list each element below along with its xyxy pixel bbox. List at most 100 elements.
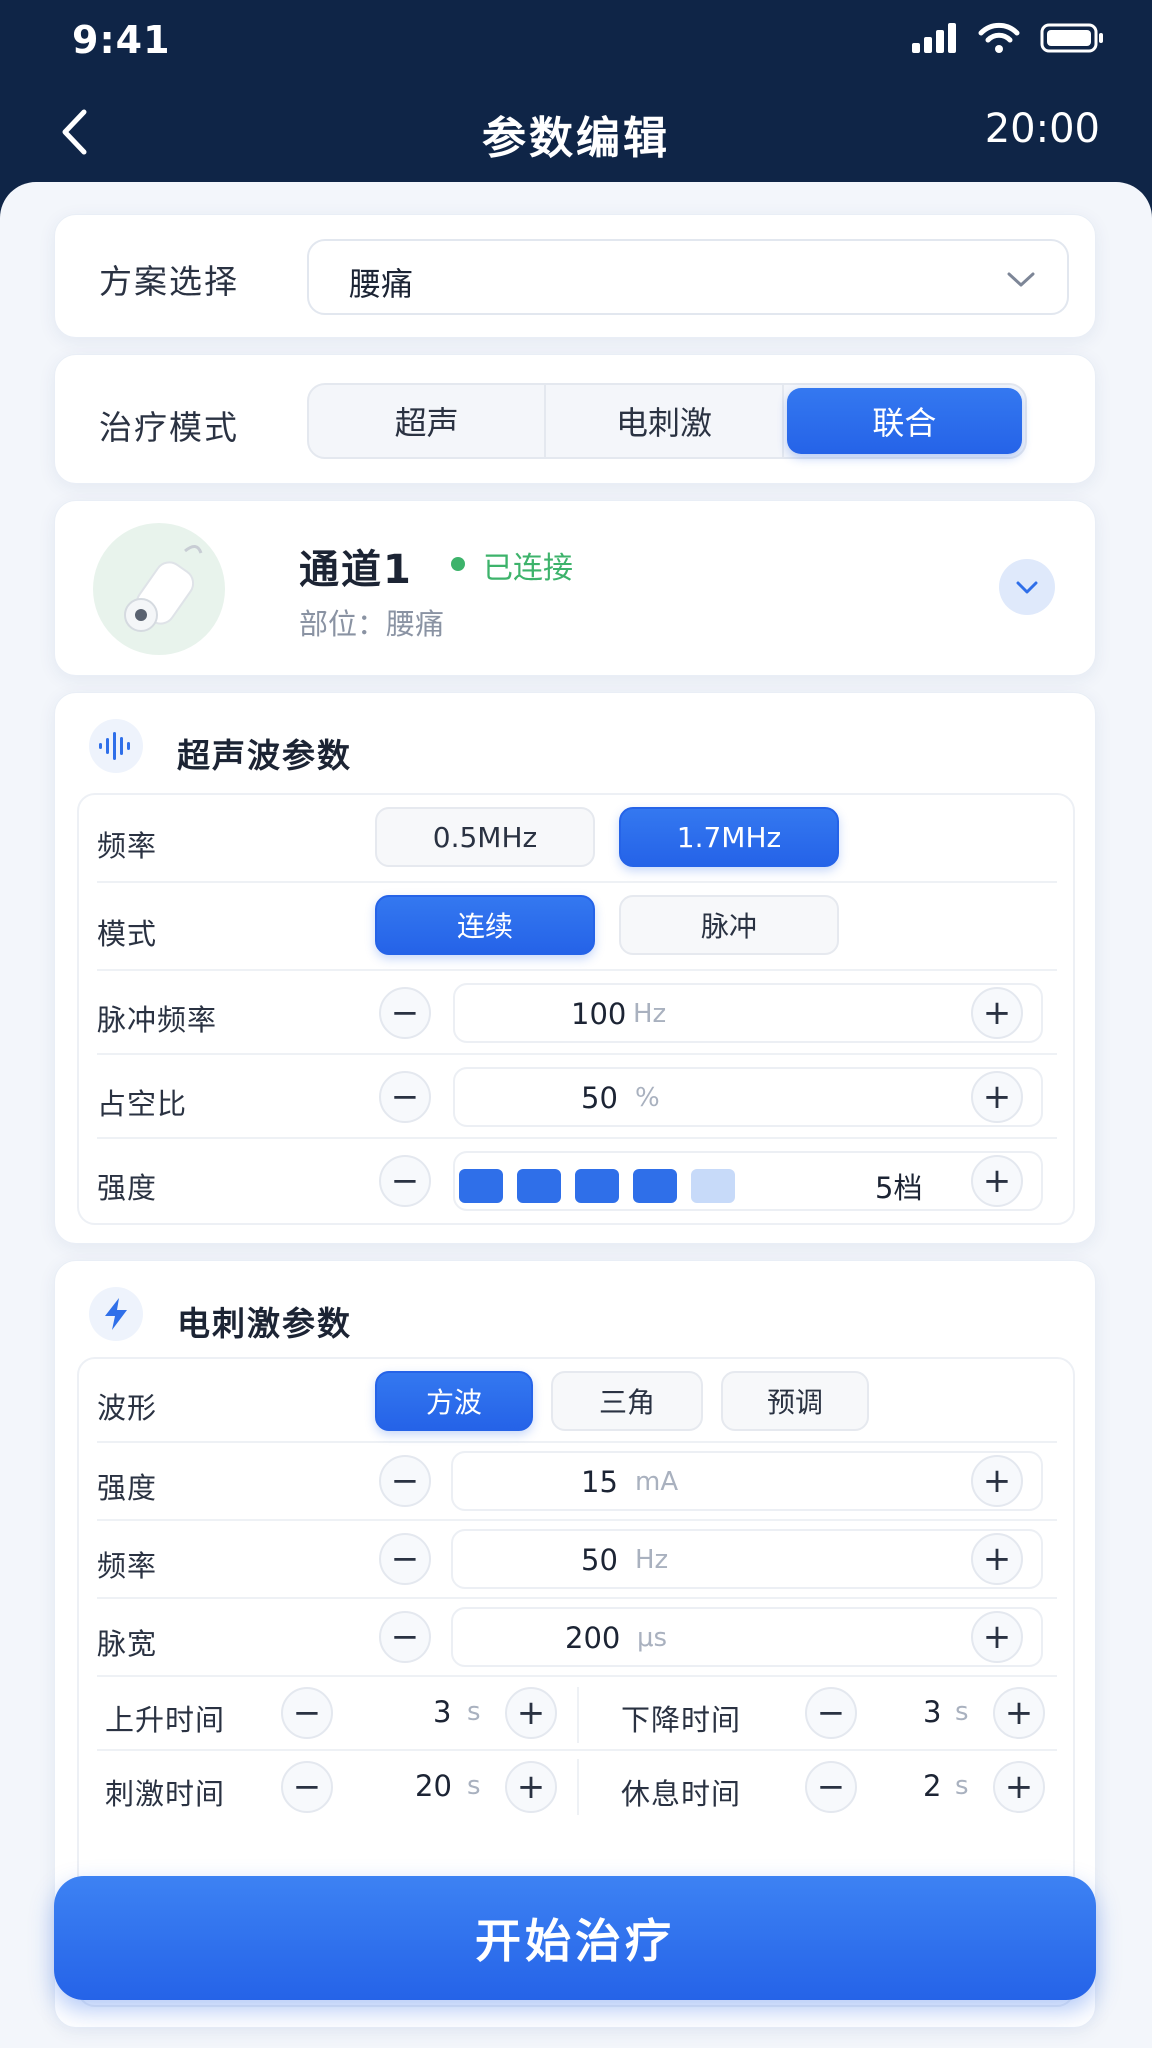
us-intensity-level-block[interactable] — [459, 1169, 503, 1203]
session-timer: 20:00 — [984, 106, 1100, 152]
es-fall-time-decrement-button[interactable]: − — [805, 1687, 857, 1739]
us-intensity-level-text: 5档 — [875, 1171, 923, 1205]
es-pulse-width-increment-button[interactable]: + — [971, 1611, 1023, 1663]
us-intensity-level-block[interactable] — [575, 1169, 619, 1203]
es-pulse-width-decrement-button[interactable]: − — [379, 1611, 431, 1663]
us-frequency-option-1-7mhz[interactable]: 1.7MHz — [619, 807, 839, 867]
scheme-select-value: 腰痛 — [349, 265, 414, 303]
us-pulse-freq-field[interactable]: 100 Hz — [453, 983, 1043, 1043]
probe-icon — [124, 545, 203, 632]
us-mode-label: 模式 — [97, 917, 158, 951]
us-duty-value: 50 — [581, 1081, 618, 1115]
us-duty-decrement-button[interactable]: − — [379, 1071, 431, 1123]
es-fall-time-unit: s — [955, 1697, 969, 1727]
us-pulse-freq-decrement-button[interactable]: − — [379, 987, 431, 1039]
us-intensity-level-block[interactable] — [517, 1169, 561, 1203]
mode-card: 治疗模式 超声 电刺激 联合 — [54, 354, 1096, 484]
nav-bar: 参数编辑 20:00 — [0, 90, 1152, 170]
es-rest-time-increment-button[interactable]: + — [993, 1761, 1045, 1813]
us-mode-option-pulse[interactable]: 脉冲 — [619, 895, 839, 955]
es-intensity-value: 15 — [581, 1465, 618, 1499]
es-rest-time-value: 2 — [923, 1769, 942, 1803]
es-waveform-label: 波形 — [97, 1391, 158, 1425]
es-intensity-decrement-button[interactable]: − — [379, 1455, 431, 1507]
es-frequency-increment-button[interactable]: + — [971, 1533, 1023, 1585]
channel-card[interactable]: 通道1 已连接 部位：腰痛 — [54, 500, 1096, 676]
chevron-down-icon — [1007, 272, 1035, 287]
start-treatment-button[interactable]: 开始治疗 — [54, 1876, 1096, 2000]
connection-status: 已连接 — [483, 551, 573, 586]
us-intensity-decrement-button[interactable]: − — [379, 1155, 431, 1207]
column-divider — [577, 1687, 579, 1743]
us-mode-option-continuous[interactable]: 连续 — [375, 895, 595, 955]
us-intensity-level-block[interactable] — [633, 1169, 677, 1203]
es-frequency-label: 频率 — [97, 1549, 158, 1583]
es-stim-time-unit: s — [467, 1771, 481, 1801]
us-pulse-freq-increment-button[interactable]: + — [971, 987, 1023, 1039]
lightning-icon — [89, 1287, 143, 1341]
connected-indicator — [451, 557, 465, 571]
es-pulse-width-field[interactable]: 200 μs — [451, 1607, 1043, 1667]
us-frequency-label: 频率 — [97, 829, 158, 863]
es-rise-fall-row: 上升时间 − 3 s + 下降时间 − 3 s + — [97, 1677, 1057, 1751]
es-rise-time-decrement-button[interactable]: − — [281, 1687, 333, 1739]
us-duty-increment-button[interactable]: + — [971, 1071, 1023, 1123]
us-duty-row: 占空比 − 50 % + — [97, 1055, 1057, 1139]
es-frequency-unit: Hz — [635, 1545, 669, 1575]
es-stim-time-value: 20 — [415, 1769, 452, 1803]
es-frequency-row: 频率 − 50 Hz + — [97, 1521, 1057, 1599]
es-stim-time-increment-button[interactable]: + — [505, 1761, 557, 1813]
ultrasound-params-card: 超声波参数 频率 0.5MHz 1.7MHz 模式 连续 脉冲 脉冲 频率 − 1… — [54, 692, 1096, 1244]
signal-icon — [912, 23, 956, 53]
us-intensity-increment-button[interactable]: + — [971, 1155, 1023, 1207]
us-frequency-option-0-5mhz[interactable]: 0.5MHz — [375, 807, 595, 867]
es-fall-time-value: 3 — [923, 1695, 942, 1729]
us-intensity-label: 强度 — [97, 1171, 158, 1205]
us-intensity-level-bar[interactable]: 5档 — [453, 1151, 1043, 1211]
scheme-select[interactable]: 腰痛 — [307, 239, 1069, 315]
chevron-down-icon — [1016, 581, 1038, 594]
status-bar: 9:41 — [0, 0, 1152, 80]
device-image — [93, 523, 225, 655]
es-waveform-option-preset[interactable]: 预调 — [721, 1371, 869, 1431]
es-intensity-label: 强度 — [97, 1471, 158, 1505]
es-pulse-width-unit: μs — [637, 1623, 668, 1653]
us-mode-row: 模式 连续 脉冲 — [97, 883, 1057, 971]
es-stim-time-decrement-button[interactable]: − — [281, 1761, 333, 1813]
es-frequency-decrement-button[interactable]: − — [379, 1533, 431, 1585]
us-duty-label: 占空比 — [97, 1087, 188, 1121]
es-frequency-value: 50 — [581, 1543, 618, 1577]
es-rest-time-decrement-button[interactable]: − — [805, 1761, 857, 1813]
content-sheet: 方案选择 腰痛 治疗模式 超声 电刺激 联合 通道1 已连接 部位：腰痛 超声波… — [0, 182, 1152, 2048]
es-pulse-width-value: 200 — [565, 1621, 621, 1655]
mode-label: 治疗模式 — [99, 408, 239, 447]
mode-option-combined[interactable]: 联合 — [786, 388, 1022, 454]
es-rest-time-label: 休息时间 — [621, 1777, 742, 1811]
ultrasound-section-title: 超声波参数 — [177, 736, 352, 775]
channel-name: 通道1 — [299, 547, 413, 593]
es-pulse-width-label: 脉宽 — [97, 1627, 158, 1661]
us-intensity-row: 强度 − 5档 + — [97, 1139, 1057, 1225]
expand-channel-button[interactable] — [999, 559, 1055, 615]
es-intensity-field[interactable]: 15 mA — [451, 1451, 1043, 1511]
scheme-card: 方案选择 腰痛 — [54, 214, 1096, 338]
us-duty-field[interactable]: 50 % — [453, 1067, 1043, 1127]
column-divider — [577, 1759, 579, 1815]
es-fall-time-label: 下降时间 — [621, 1703, 742, 1737]
es-rise-time-increment-button[interactable]: + — [505, 1687, 557, 1739]
es-waveform-option-triangle[interactable]: 三角 — [551, 1371, 703, 1431]
es-frequency-field[interactable]: 50 Hz — [451, 1529, 1043, 1589]
es-rest-time-unit: s — [955, 1771, 969, 1801]
us-frequency-row: 频率 0.5MHz 1.7MHz — [97, 795, 1057, 883]
us-intensity-level-block[interactable] — [691, 1169, 735, 1203]
mode-option-electro[interactable]: 电刺激 — [546, 385, 784, 457]
wifi-icon — [978, 22, 1020, 53]
mode-option-ultrasound[interactable]: 超声 — [309, 385, 547, 457]
es-waveform-option-square[interactable]: 方波 — [375, 1371, 533, 1431]
soundwave-icon — [89, 719, 143, 773]
es-intensity-row: 强度 − 15 mA + — [97, 1443, 1057, 1521]
es-intensity-increment-button[interactable]: + — [971, 1455, 1023, 1507]
us-duty-unit: % — [635, 1083, 660, 1113]
es-intensity-unit: mA — [635, 1467, 679, 1497]
es-fall-time-increment-button[interactable]: + — [993, 1687, 1045, 1739]
